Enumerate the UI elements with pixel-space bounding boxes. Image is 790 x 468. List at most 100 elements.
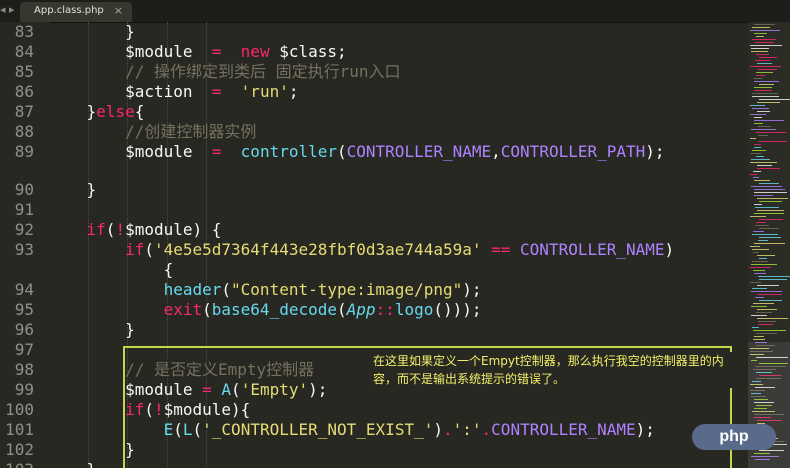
code-text: } <box>48 22 135 41</box>
minimap-line <box>757 111 770 112</box>
code-line[interactable]: 94 header("Content-type:image/png"); <box>0 280 748 300</box>
code-line[interactable]: 92 if(!$module) { <box>0 220 748 240</box>
line-number: 101 <box>5 420 34 439</box>
code-line[interactable]: 96 } <box>0 320 748 340</box>
minimap-line <box>756 36 764 37</box>
code-line[interactable]: 87 }else{ <box>0 102 748 122</box>
minimap-line <box>750 45 782 46</box>
minimap-line <box>754 144 761 145</box>
code-line[interactable]: 90 } <box>0 180 748 200</box>
minimap-line <box>759 219 783 220</box>
minimap-line <box>759 300 782 301</box>
minimap-line <box>752 234 778 235</box>
line-number: 99 <box>14 380 34 399</box>
minimap-line <box>758 240 768 241</box>
minimap-line <box>751 129 776 130</box>
minimap-line <box>756 54 769 55</box>
minimap-line <box>754 90 772 91</box>
minimap-line <box>759 237 781 238</box>
minimap-line <box>751 186 782 187</box>
code-line[interactable]: 93 if('4e5e5d7364f443e28fbf0d3ae744a59a'… <box>0 240 748 260</box>
line-number: 83 <box>14 22 34 41</box>
line-number: 88 <box>14 122 34 141</box>
minimap-line <box>757 318 788 319</box>
code-text: } <box>48 440 135 459</box>
line-number: 94 <box>14 280 34 299</box>
minimap-line <box>759 258 767 259</box>
line-number: 102 <box>5 440 34 459</box>
editor-window: ◂ ▸ App.class.php × 83 } 84 $module = new… <box>0 0 790 468</box>
minimap-line <box>750 138 756 139</box>
minimap-line <box>752 249 769 250</box>
minimap-line <box>757 63 772 64</box>
minimap-line <box>759 99 790 100</box>
minimap-line <box>756 312 772 313</box>
minimap-line <box>751 306 767 307</box>
minimap-line <box>757 210 784 211</box>
code-text: }else{ <box>48 102 145 121</box>
minimap-line <box>752 93 778 94</box>
code-text: } <box>48 320 135 339</box>
minimap-line <box>752 27 770 28</box>
minimap-line <box>751 51 768 52</box>
code-line[interactable]: 85 // 操作绑定到类后 固定执行run入口 <box>0 62 748 82</box>
code-text: //创建控制器实例 <box>125 122 257 141</box>
minimap-line <box>757 255 775 256</box>
minimap-line <box>757 294 782 295</box>
file-tab-label: App.class.php <box>34 5 104 16</box>
next-tab-icon[interactable]: ▸ <box>9 3 15 16</box>
minimap-line <box>759 183 779 184</box>
code-line[interactable]: 95 exit(base64_decode(App::logo())); <box>0 300 748 320</box>
minimap-line <box>754 180 770 181</box>
code-line[interactable]: 86 $action = 'run'; <box>0 82 748 102</box>
minimap-line <box>754 33 767 34</box>
minimap-line <box>754 213 784 214</box>
code-line[interactable]: 88 //创建控制器实例 <box>0 122 748 142</box>
minimap-line <box>756 156 764 157</box>
annotation-note: 在这里如果定义一个Empyt控制器，那么执行我空的控制器里的内容，而不是输出系统… <box>373 352 733 388</box>
prev-tab-icon[interactable]: ◂ <box>0 3 6 16</box>
line-number: 103 <box>0 460 34 468</box>
minimap-line <box>754 81 779 82</box>
line-number: 84 <box>14 42 34 61</box>
line-number: 93 <box>14 240 34 259</box>
tab-bar: ◂ ▸ App.class.php × <box>0 0 790 23</box>
minimap-line <box>750 114 766 115</box>
code-line[interactable]: 91 <box>0 200 748 220</box>
line-number: 90 <box>14 180 34 199</box>
close-icon[interactable]: × <box>114 4 123 17</box>
minimap-line <box>751 159 770 160</box>
minimap-line <box>751 291 782 292</box>
minimap-line <box>754 189 785 190</box>
code-text: // 操作绑定到类后 固定执行run入口 <box>125 62 401 81</box>
minimap-line <box>757 168 780 169</box>
minimap-line <box>750 216 766 217</box>
line-number: 87 <box>14 102 34 121</box>
php-watermark-logo: php <box>692 424 776 450</box>
code-text: if('4e5e5d7364f443e28fbf0d3ae744a59a' ==… <box>125 240 675 259</box>
line-number: 92 <box>14 220 34 239</box>
file-tab[interactable]: App.class.php × <box>20 2 132 22</box>
minimap-line <box>754 120 784 121</box>
line-number: 100 <box>5 400 34 419</box>
code-text: exit(base64_decode(App::logo())); <box>163 300 482 319</box>
minimap-line <box>751 264 777 265</box>
minimap-line <box>750 105 765 106</box>
line-number: 97 <box>14 340 34 359</box>
code-text: $module = controller(CONTROLLER_NAME,CON… <box>48 142 665 161</box>
line-number: 98 <box>14 360 34 379</box>
minimap[interactable] <box>748 22 790 468</box>
code-text: { <box>48 260 174 279</box>
code-line[interactable]: { <box>0 260 748 280</box>
code-line[interactable]: 84 $module = new $class; <box>0 42 748 62</box>
minimap-line <box>759 228 779 229</box>
code-text: } <box>48 460 97 468</box>
line-number: 91 <box>14 200 34 219</box>
minimap-line <box>753 252 759 253</box>
minimap-line <box>754 117 762 118</box>
minimap-line <box>755 42 774 43</box>
code-line[interactable]: 89 $module = controller(CONTROLLER_NAME,… <box>0 142 748 162</box>
code-line[interactable]: 83 } <box>0 22 748 42</box>
minimap-line <box>757 285 779 286</box>
minimap-line <box>751 315 767 316</box>
